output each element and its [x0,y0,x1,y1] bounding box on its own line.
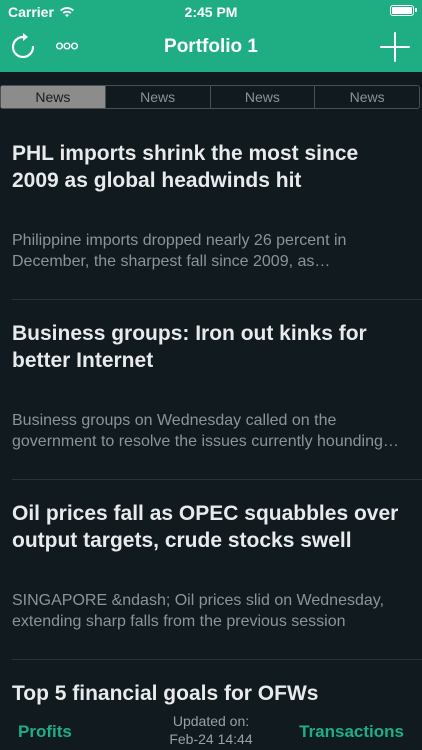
battery-icon [390,5,417,16]
add-icon[interactable] [380,32,410,62]
status-bar: Carrier 2:45 PM [0,0,422,22]
list-item[interactable]: Top 5 financial goals for OFWs [0,660,422,712]
news-title: Business groups: Iron out kinks for bett… [12,322,367,372]
list-item[interactable]: PHL imports shrink the most since 2009 a… [0,120,422,300]
news-title: PHL imports shrink the most since 2009 a… [12,142,359,192]
tab-news-4[interactable]: News [314,86,419,108]
news-title: Top 5 financial goals for OFWs [12,682,319,705]
header-bar: Carrier 2:45 PM Portfolio 1 [0,0,422,72]
tab-news-2[interactable]: News [104,86,210,108]
bottom-tab-bar: Profits Updated on: Feb-24 14:44 Transac… [0,712,422,750]
news-summary: SINGAPORE &ndash; Oil prices slid on Wed… [12,592,385,630]
news-title: Oil prices fall as OPEC squabbles over o… [12,502,399,552]
navigation-bar: Portfolio 1 [0,22,422,72]
list-item[interactable]: Oil prices fall as OPEC squabbles over o… [0,480,422,660]
list-item[interactable]: Business groups: Iron out kinks for bett… [0,300,422,480]
transactions-tab[interactable]: Transactions [299,722,404,742]
page-title: Portfolio 1 [164,36,258,57]
tab-news-1[interactable]: News [1,86,105,108]
news-summary: Business groups on Wednesday called on t… [12,412,383,450]
news-summary: Philippine imports dropped nearly 26 per… [12,232,347,270]
tab-news-3[interactable]: News [209,86,315,108]
status-time: 2:45 PM [184,4,238,20]
segmented-control: News News News News [0,85,420,109]
